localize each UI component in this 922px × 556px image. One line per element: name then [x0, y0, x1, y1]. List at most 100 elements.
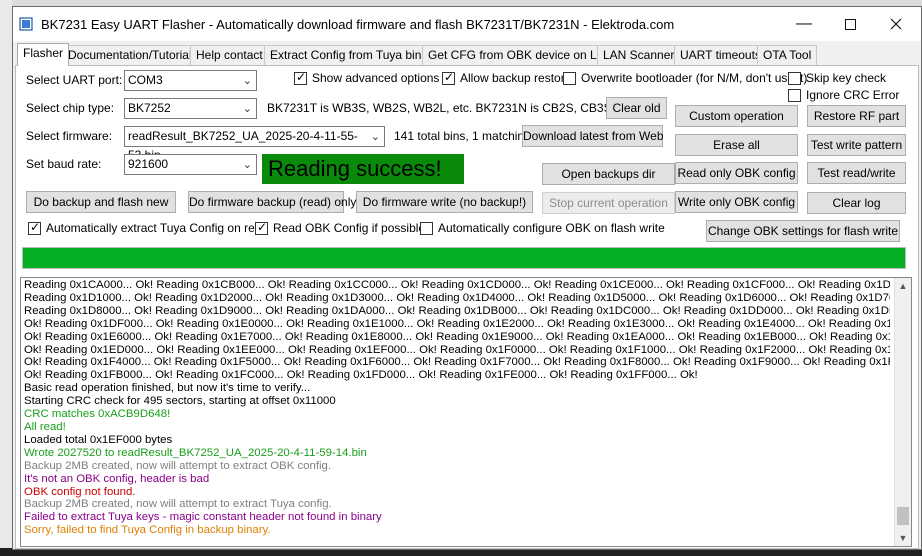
flasher-panel: Select UART port: COM3 ⌄ Show advanced o… — [15, 65, 919, 549]
title-bar: BK7231 Easy UART Flasher - Automatically… — [13, 7, 921, 41]
checkbox-checked-icon — [28, 220, 41, 235]
bins-info-text: 141 total bins, 1 matching. — [394, 129, 535, 143]
chip-type-select[interactable]: BK7252 ⌄ — [124, 98, 257, 119]
log-line: Ok! Reading 0x1F4000... Ok! Reading 0x1F… — [24, 356, 890, 369]
tab-extract-config[interactable]: Extract Config from Tuya binary — [264, 45, 445, 65]
desktop-left-strip — [0, 0, 12, 556]
chevron-down-icon: ⌄ — [242, 103, 252, 115]
tab-help-contact[interactable]: Help contact — [190, 45, 269, 65]
checkbox-checked-icon — [442, 70, 455, 85]
backup-and-flash-button[interactable]: Do backup and flash new — [26, 191, 176, 213]
tab-get-cfg-lan[interactable]: Get CFG from OBK device on LAN — [422, 45, 620, 65]
log-line: Ok! Reading 0x1FB000... Ok! Reading 0x1F… — [24, 369, 698, 382]
test-write-pattern-button[interactable]: Test write pattern — [807, 134, 906, 156]
skip-key-check-checkbox[interactable]: Skip key check — [788, 71, 886, 85]
log-area[interactable]: Reading 0x1CA000... Ok! Reading 0x1CB000… — [20, 277, 912, 547]
checkbox-checked-icon — [255, 220, 268, 235]
progress-fill — [23, 248, 905, 268]
tab-ota-tool[interactable]: OTA Tool — [757, 45, 818, 65]
scroll-up-icon[interactable]: ▲ — [895, 278, 911, 294]
firmware-backup-button[interactable]: Do firmware backup (read) only — [188, 191, 356, 213]
clear-log-button[interactable]: Clear log — [807, 192, 906, 214]
chevron-down-icon: ⌄ — [242, 159, 252, 171]
log-line: Ok! Reading 0x1E6000... Ok! Reading 0x1E… — [24, 330, 890, 343]
scroll-down-icon[interactable]: ▼ — [895, 530, 911, 546]
firmware-select[interactable]: readResult_BK7252_UA_2025-20-4-11-55-53.… — [124, 126, 385, 162]
log-text: Reading 0x1CA000... Ok! Reading 0x1CB000… — [24, 279, 890, 537]
read-only-obk-button[interactable]: Read only OBK config — [675, 162, 798, 184]
restore-rf-button[interactable]: Restore RF part — [807, 105, 906, 127]
tab-lan-scanner[interactable]: LAN Scanner — [597, 45, 681, 65]
log-line: Backup 2MB created, now will attempt to … — [24, 459, 332, 472]
firmware-write-button[interactable]: Do firmware write (no backup!) — [356, 191, 533, 213]
baud-rate-select[interactable]: 921600 ⌄ — [124, 154, 257, 175]
log-line: OBK config not found. — [24, 485, 136, 498]
custom-operation-button[interactable]: Custom operation — [675, 105, 798, 127]
log-line: CRC matches 0xACB9D648! — [24, 408, 171, 421]
auto-extract-tuya-checkbox[interactable]: Automatically extract Tuya Config on rea… — [28, 220, 269, 235]
read-obk-config-label: Read OBK Config if possible — [273, 221, 426, 235]
write-only-obk-button[interactable]: Write only OBK config — [675, 191, 798, 213]
overwrite-bootloader-label: Overwrite bootloader (for N/M, don't use… — [581, 71, 808, 85]
open-backups-button[interactable]: Open backups dir — [542, 163, 675, 185]
tab-flasher[interactable]: Flasher — [17, 43, 70, 66]
log-scrollbar[interactable]: ▲ ▼ — [894, 278, 911, 546]
change-obk-settings-button[interactable]: Change OBK settings for flash write — [706, 220, 900, 242]
allow-backup-restore-checkbox[interactable]: Allow backup restore — [442, 70, 572, 85]
uart-port-label: Select UART port: — [26, 73, 123, 87]
skip-key-check-label: Skip key check — [806, 71, 887, 85]
log-line: Failed to extract Tuya keys - magic cons… — [24, 511, 382, 524]
chevron-down-icon: ⌄ — [370, 131, 380, 143]
firmware-label: Select firmware: — [26, 129, 113, 143]
baud-rate-value: 921600 — [128, 157, 169, 171]
app-icon — [19, 17, 33, 31]
log-line: Reading 0x1D8000... Ok! Reading 0x1D9000… — [24, 304, 890, 317]
log-line: Basic read operation finished, but now i… — [24, 382, 311, 395]
ignore-crc-checkbox[interactable]: Ignore CRC Error — [788, 88, 899, 102]
chip-note-text: BK7231T is WB3S, WB2S, WB2L, etc. BK7231… — [267, 101, 635, 115]
close-icon[interactable] — [873, 7, 919, 41]
uart-port-select[interactable]: COM3 ⌄ — [124, 70, 257, 91]
checkbox-unchecked-icon — [563, 71, 576, 85]
clear-old-button[interactable]: Clear old — [606, 97, 667, 119]
log-line: Ok! Reading 0x1DF000... Ok! Reading 0x1E… — [24, 317, 890, 330]
status-banner: Reading success! — [262, 154, 464, 184]
checkbox-unchecked-icon — [788, 88, 801, 102]
log-line: Starting CRC check for 495 sectors, star… — [24, 395, 336, 408]
log-line: Wrote 2027520 to readResult_BK7252_UA_20… — [24, 446, 367, 459]
log-line: Loaded total 0x1EF000 bytes — [24, 433, 173, 446]
minimize-icon[interactable]: — — [781, 7, 827, 41]
auto-configure-obk-label: Automatically configure OBK on flash wri… — [438, 221, 665, 235]
log-line: Reading 0x1D1000... Ok! Reading 0x1D2000… — [24, 291, 890, 304]
stop-operation-button[interactable]: Stop current operation — [542, 192, 675, 214]
show-advanced-checkbox[interactable]: Show advanced options — [294, 70, 440, 85]
maximize-icon[interactable] — [827, 7, 873, 41]
log-line: Reading 0x1CA000... Ok! Reading 0x1CB000… — [24, 279, 890, 291]
baud-rate-label: Set baud rate: — [26, 157, 102, 171]
download-latest-button[interactable]: Download latest from Web — [522, 125, 664, 147]
log-line: Sorry, failed to find Tuya Config in bac… — [24, 524, 271, 537]
chevron-down-icon: ⌄ — [242, 75, 252, 87]
log-line: It's not an OBK config, header is bad — [24, 472, 210, 485]
ignore-crc-label: Ignore CRC Error — [806, 88, 900, 102]
auto-extract-tuya-label: Automatically extract Tuya Config on rea… — [46, 221, 269, 235]
scrollbar-thumb[interactable] — [897, 507, 909, 525]
log-line: Backup 2MB created, now will attempt to … — [24, 498, 332, 511]
auto-configure-obk-checkbox[interactable]: Automatically configure OBK on flash wri… — [420, 221, 665, 235]
checkbox-checked-icon — [294, 70, 307, 85]
progress-bar — [22, 247, 906, 269]
tab-uart-timeouts[interactable]: UART timeouts — [674, 45, 767, 65]
window-title: BK7231 Easy UART Flasher - Automatically… — [41, 17, 675, 32]
show-advanced-label: Show advanced options — [312, 71, 440, 85]
tab-documentation[interactable]: Documentation/Tutorials — [62, 45, 204, 65]
log-line: All read! — [24, 420, 66, 433]
test-read-write-button[interactable]: Test read/write — [807, 162, 906, 184]
uart-port-value: COM3 — [128, 73, 163, 87]
chip-type-value: BK7252 — [128, 101, 171, 115]
allow-backup-restore-label: Allow backup restore — [460, 71, 572, 85]
overwrite-bootloader-checkbox[interactable]: Overwrite bootloader (for N/M, don't use… — [563, 71, 807, 85]
read-obk-config-checkbox[interactable]: Read OBK Config if possible — [255, 220, 426, 235]
erase-all-button[interactable]: Erase all — [675, 134, 798, 156]
chip-type-label: Select chip type: — [26, 101, 115, 115]
checkbox-unchecked-icon — [788, 71, 801, 85]
